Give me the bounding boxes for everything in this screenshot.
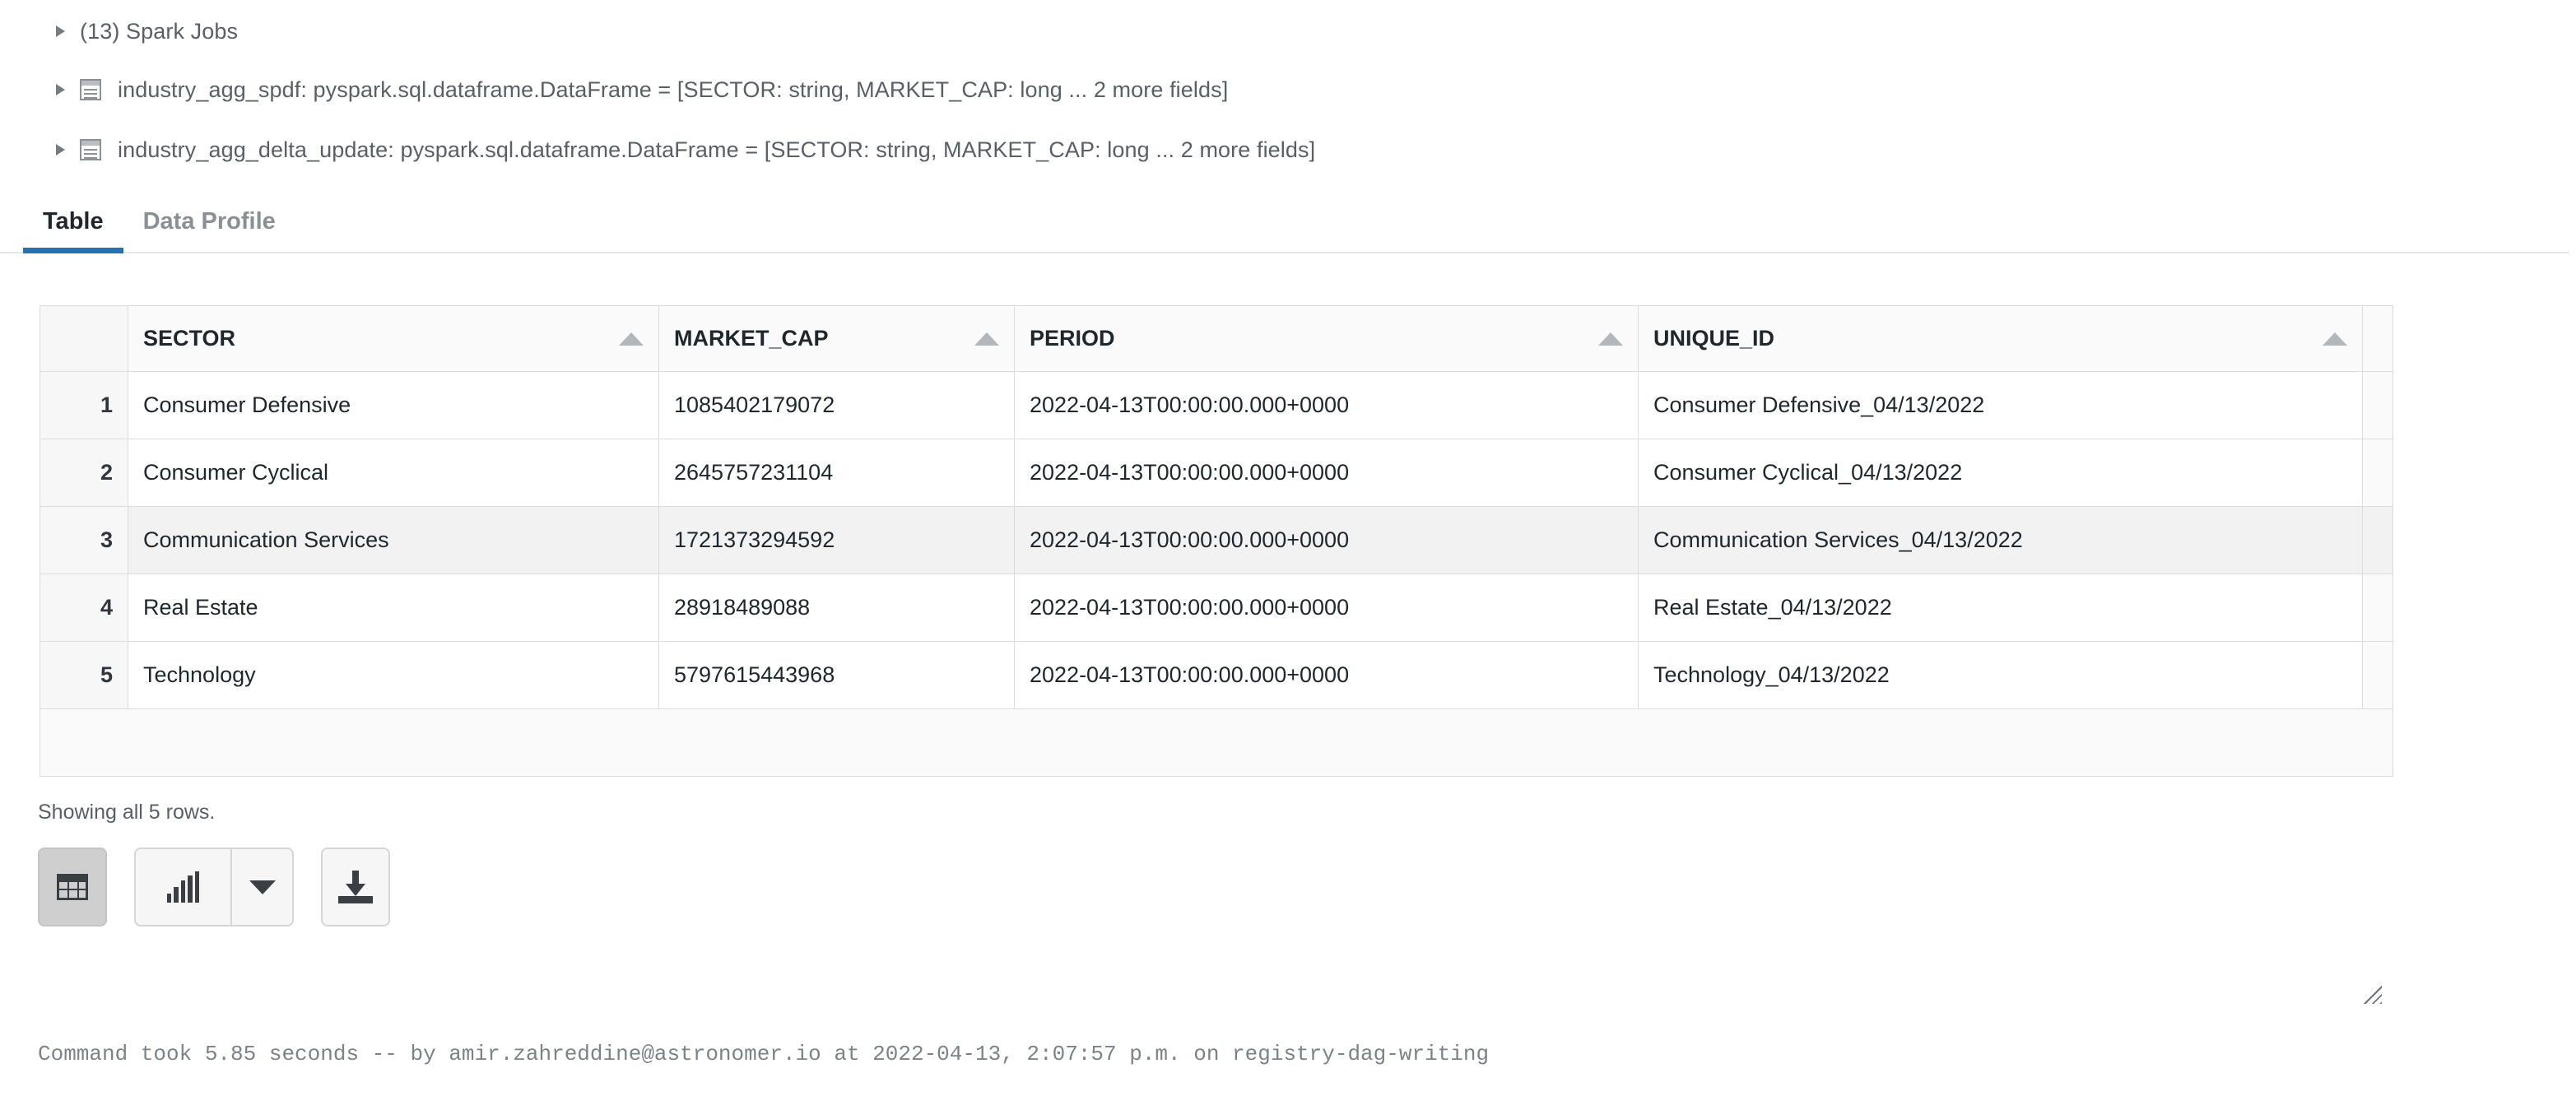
chevron-right-icon[interactable] [56, 84, 65, 95]
cell-filler [2362, 506, 2393, 574]
dataframe-result-row-1[interactable]: industry_agg_spdf: pyspark.sql.dataframe… [0, 72, 2576, 108]
table-footer-strip [40, 708, 2393, 777]
command-status-text: Command took 5.85 seconds -- by amir.zah… [38, 1042, 1490, 1066]
table-header: SECTOR MARKET_CAP PERIOD UNIQUE_ID [40, 305, 2393, 372]
table-footer-row [40, 708, 2393, 777]
column-header-unique-id[interactable]: UNIQUE_ID [1638, 305, 2363, 372]
column-header-rownum [40, 305, 128, 372]
row-number: 3 [40, 506, 128, 574]
table-header-row: SECTOR MARKET_CAP PERIOD UNIQUE_ID [40, 305, 2393, 372]
cell-filler [2362, 574, 2393, 642]
tab-table-label: Table [43, 208, 104, 235]
cell-unique-id[interactable]: Consumer Cyclical_04/13/2022 [1638, 439, 2363, 507]
cell-sector[interactable]: Real Estate [128, 574, 659, 642]
cell-period[interactable]: 2022-04-13T00:00:00.000+0000 [1014, 439, 1639, 507]
row-number: 4 [40, 574, 128, 642]
table-grid-icon [57, 874, 88, 900]
dataframe-description: industry_agg_spdf: pyspark.sql.dataframe… [118, 77, 1229, 102]
cell-market-cap[interactable]: 5797615443968 [658, 641, 1015, 709]
column-header-sector[interactable]: SECTOR [128, 305, 659, 372]
spark-jobs-label: (13) Spark Jobs [80, 18, 239, 44]
cell-unique-id[interactable]: Communication Services_04/13/2022 [1638, 506, 2363, 574]
resize-grip[interactable] [2360, 982, 2382, 1004]
cell-filler [2362, 641, 2393, 709]
column-header-market-cap[interactable]: MARKET_CAP [658, 305, 1015, 372]
table-footer-cell [40, 708, 2393, 777]
chart-view-button[interactable] [134, 848, 231, 926]
cell-market-cap[interactable]: 2645757231104 [658, 439, 1015, 507]
result-toolbar [38, 848, 2576, 926]
chart-options-button[interactable] [231, 848, 294, 926]
cell-unique-id[interactable]: Consumer Defensive_04/13/2022 [1638, 371, 2363, 439]
cell-filler [2362, 371, 2393, 439]
row-number: 5 [40, 641, 128, 709]
column-header-filler [2362, 305, 2393, 372]
column-header-market-cap-label: MARKET_CAP [674, 326, 829, 351]
dataframe-icon [80, 139, 101, 160]
result-tabs: Table Data Profile [0, 201, 2576, 253]
dataframe-description: industry_agg_delta_update: pyspark.sql.d… [118, 137, 1316, 162]
cell-filler [2362, 439, 2393, 507]
column-header-period-label: PERIOD [1030, 326, 1115, 351]
spark-jobs-toggle[interactable]: (13) Spark Jobs [0, 15, 2576, 48]
column-header-period[interactable]: PERIOD [1014, 305, 1639, 372]
tab-table[interactable]: Table [23, 208, 123, 253]
cell-unique-id[interactable]: Technology_04/13/2022 [1638, 641, 2363, 709]
results-table: SECTOR MARKET_CAP PERIOD UNIQUE_ID 1 Con… [40, 305, 2393, 777]
cell-sector[interactable]: Consumer Cyclical [128, 439, 659, 507]
cell-unique-id[interactable]: Real Estate_04/13/2022 [1638, 574, 2363, 642]
column-header-unique-id-label: UNIQUE_ID [1653, 326, 1775, 351]
column-header-sector-label: SECTOR [143, 326, 236, 351]
row-number: 2 [40, 439, 128, 507]
chevron-down-icon [249, 880, 276, 894]
chevron-right-icon[interactable] [56, 26, 65, 37]
cell-sector[interactable]: Consumer Defensive [128, 371, 659, 439]
cell-period[interactable]: 2022-04-13T00:00:00.000+0000 [1014, 641, 1639, 709]
cell-market-cap[interactable]: 28918489088 [658, 574, 1015, 642]
bar-chart-icon [166, 871, 200, 903]
showing-rows-text: Showing all 5 rows. [38, 801, 216, 824]
results-table-container[interactable]: SECTOR MARKET_CAP PERIOD UNIQUE_ID 1 Con… [40, 305, 2393, 777]
table-body: 1 Consumer Defensive 1085402179072 2022-… [40, 371, 2393, 709]
download-button[interactable] [321, 848, 390, 926]
table-row[interactable]: 1 Consumer Defensive 1085402179072 2022-… [40, 371, 2393, 439]
cell-period[interactable]: 2022-04-13T00:00:00.000+0000 [1014, 371, 1639, 439]
sort-ascending-icon[interactable] [2323, 332, 2347, 346]
tab-data-profile[interactable]: Data Profile [123, 208, 295, 248]
tabs-divider [0, 252, 2569, 253]
chevron-right-icon[interactable] [56, 144, 65, 156]
dataframe-result-row-2[interactable]: industry_agg_delta_update: pyspark.sql.d… [0, 132, 2576, 168]
sort-ascending-icon[interactable] [974, 332, 999, 346]
tab-data-profile-label: Data Profile [142, 208, 276, 235]
tabs-row: Table Data Profile [0, 201, 2576, 253]
download-icon [338, 871, 373, 903]
sort-ascending-icon[interactable] [1598, 332, 1623, 346]
cell-sector[interactable]: Communication Services [128, 506, 659, 574]
chart-button-group [134, 848, 294, 926]
table-row[interactable]: 5 Technology 5797615443968 2022-04-13T00… [40, 641, 2393, 709]
sort-ascending-icon[interactable] [619, 332, 644, 346]
cell-sector[interactable]: Technology [128, 641, 659, 709]
table-row[interactable]: 4 Real Estate 28918489088 2022-04-13T00:… [40, 574, 2393, 642]
table-row[interactable]: 2 Consumer Cyclical 2645757231104 2022-0… [40, 439, 2393, 507]
cell-period[interactable]: 2022-04-13T00:00:00.000+0000 [1014, 506, 1639, 574]
cell-market-cap[interactable]: 1721373294592 [658, 506, 1015, 574]
row-number: 1 [40, 371, 128, 439]
cell-market-cap[interactable]: 1085402179072 [658, 371, 1015, 439]
cell-period[interactable]: 2022-04-13T00:00:00.000+0000 [1014, 574, 1639, 642]
table-row[interactable]: 3 Communication Services 1721373294592 2… [40, 506, 2393, 574]
dataframe-icon [80, 79, 101, 100]
table-view-button[interactable] [38, 848, 107, 926]
results-area: (13) Spark Jobs industry_agg_spdf: pyspa… [0, 15, 2576, 168]
